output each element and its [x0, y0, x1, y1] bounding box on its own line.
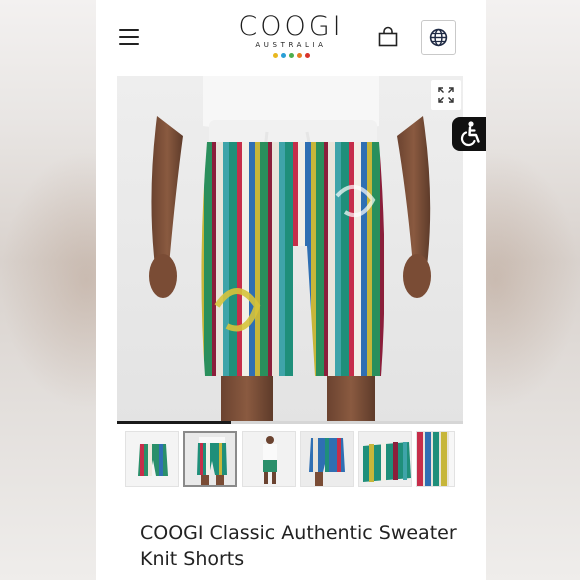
logo-wordmark: COOGI	[238, 11, 344, 42]
expand-arrows-icon	[438, 87, 454, 103]
gallery-progress-bar	[117, 421, 463, 424]
thumbnail-3[interactable]	[242, 431, 296, 487]
phone-screen: COOGI AUSTRALIA COOGI Classic Authentic …	[96, 0, 486, 580]
logo-dot	[280, 53, 286, 58]
thumbnail-5[interactable]	[358, 431, 412, 487]
logo-dot	[296, 53, 302, 58]
logo-subtitle: AUSTRALIA	[255, 41, 327, 49]
coogi-logo[interactable]: COOGI AUSTRALIA	[228, 12, 354, 62]
thumbnail-strip	[125, 431, 455, 487]
thumbnail-6[interactable]	[416, 431, 455, 487]
logo-dot	[272, 53, 278, 58]
background-blur-right	[486, 0, 580, 580]
gallery-progress-fill	[117, 421, 232, 424]
accessibility-widget-button[interactable]	[452, 117, 486, 151]
logo-dot	[304, 53, 310, 58]
wheelchair-accessibility-icon	[460, 121, 480, 147]
logo-dot	[288, 53, 294, 58]
background-blur-left	[0, 0, 96, 580]
product-title: COOGI Classic Authentic Sweater Knit Sho…	[140, 522, 457, 570]
shopping-bag-icon[interactable]	[377, 26, 399, 48]
globe-icon	[429, 28, 448, 47]
thumbnail-1[interactable]	[125, 431, 179, 487]
language-selector-button[interactable]	[421, 20, 456, 55]
expand-image-button[interactable]	[431, 80, 461, 110]
site-header: COOGI AUSTRALIA	[96, 0, 486, 76]
product-main-image[interactable]	[117, 76, 463, 424]
thumbnail-2[interactable]	[183, 431, 237, 487]
hamburger-menu-icon[interactable]	[119, 29, 139, 45]
thumbnail-4[interactable]	[300, 431, 354, 487]
logo-color-dots	[228, 53, 354, 58]
